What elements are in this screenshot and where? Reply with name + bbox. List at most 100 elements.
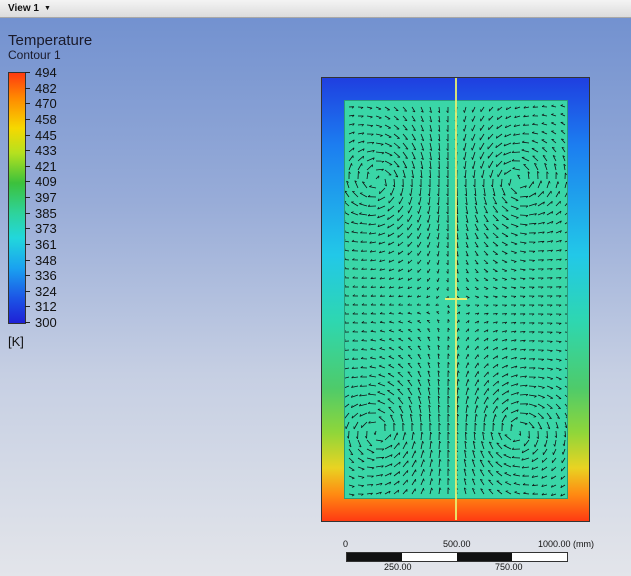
velocity-vector: [551, 130, 557, 135]
velocity-arrowhead: [480, 166, 482, 169]
legend-value: 361: [35, 236, 57, 252]
velocity-arrowhead: [471, 157, 473, 160]
velocity-arrowhead: [361, 477, 365, 479]
velocity-vector: [519, 259, 526, 262]
velocity-vector: [437, 205, 440, 215]
velocity-vector: [513, 483, 521, 486]
velocity-vector: [402, 133, 409, 140]
velocity-vector: [366, 439, 373, 447]
velocity-vector: [387, 381, 395, 387]
velocity-vector: [407, 337, 413, 342]
velocity-vector: [411, 441, 415, 450]
velocity-vector: [437, 259, 440, 265]
velocity-arrowhead: [351, 230, 354, 233]
velocity-vector: [501, 232, 509, 237]
velocity-vector: [427, 214, 431, 223]
velocity-vector: [384, 434, 392, 441]
velocity-arrowhead: [485, 414, 488, 417]
view-label: View 1: [8, 3, 39, 14]
velocity-vector: [417, 259, 422, 265]
velocity-arrowhead: [513, 473, 516, 476]
velocity-vector: [429, 450, 432, 459]
velocity-vector: [361, 421, 368, 428]
velocity-vector: [359, 203, 368, 207]
velocity-arrowhead: [362, 156, 364, 159]
velocity-vector: [345, 421, 350, 429]
velocity-vector: [427, 259, 431, 265]
velocity-vector: [471, 124, 476, 132]
velocity-arrowhead: [407, 210, 409, 214]
colorbar-tick: [25, 103, 30, 105]
velocity-vector: [350, 212, 359, 216]
velocity-vector: [345, 221, 350, 225]
velocity-vector: [551, 457, 557, 464]
velocity-arrowhead: [468, 320, 470, 323]
velocity-vector: [402, 479, 408, 486]
view-selector-tab[interactable]: View 1 ▼: [4, 2, 55, 15]
colorbar-tick: [25, 322, 30, 323]
velocity-vector: [345, 349, 350, 351]
velocity-arrowhead: [371, 459, 375, 462]
velocity-arrowhead: [504, 279, 507, 281]
velocity-vector: [488, 124, 494, 131]
dropdown-caret-icon[interactable]: ▼: [44, 2, 51, 15]
velocity-vector: [551, 114, 557, 117]
velocity-vector: [537, 394, 545, 398]
velocity-vector: [351, 221, 359, 225]
velocity-vector: [429, 487, 432, 495]
velocity-vector: [429, 169, 431, 179]
velocity-vector: [374, 430, 377, 435]
velocity-vector: [555, 358, 562, 361]
velocity-vector: [537, 191, 544, 198]
velocity-vector: [348, 475, 355, 479]
velocity-vector: [510, 187, 518, 194]
colorbar-tick: [25, 228, 30, 230]
velocity-arrowhead: [515, 226, 519, 228]
velocity-vector: [474, 379, 479, 387]
velocity-vector: [495, 471, 503, 477]
velocity-vector: [501, 214, 509, 220]
velocity-vector: [375, 124, 383, 128]
velocity-vector: [492, 223, 499, 230]
velocity-vector: [345, 367, 350, 370]
velocity-arrowhead: [361, 468, 365, 471]
temperature-colorbar: [8, 72, 26, 324]
velocity-vector: [456, 395, 459, 405]
velocity-vector: [361, 181, 368, 189]
velocity-vector: [387, 373, 395, 378]
velocity-vector: [384, 133, 392, 138]
colorbar-tick: [25, 118, 30, 120]
velocity-arrowhead: [471, 166, 474, 169]
velocity-arrowhead: [542, 397, 545, 399]
velocity-vector: [465, 405, 468, 414]
velocity-vector: [420, 459, 425, 468]
velocity-arrowhead: [471, 109, 473, 113]
velocity-arrowhead: [345, 248, 346, 250]
velocity-vector: [464, 151, 467, 160]
velocity-vector: [487, 151, 494, 159]
velocity-vector: [497, 169, 503, 178]
velocity-vector: [501, 259, 508, 263]
velocity-vector: [357, 155, 364, 162]
velocity-arrowhead: [431, 487, 433, 491]
velocity-vector: [437, 250, 440, 257]
velocity-vector: [345, 249, 350, 252]
velocity-vector: [510, 259, 517, 262]
velocity-vector: [417, 214, 422, 223]
velocity-arrowhead: [404, 119, 408, 121]
velocity-vector: [465, 387, 469, 396]
velocity-vector: [402, 460, 409, 468]
velocity-vector: [534, 439, 539, 448]
velocity-vector: [564, 268, 567, 270]
velocity-vector: [427, 268, 431, 274]
velocity-vector: [379, 356, 386, 360]
velocity-arrowhead: [485, 245, 489, 247]
velocity-vector: [474, 387, 479, 396]
velocity-vector: [417, 250, 422, 256]
velocity-vector: [429, 441, 432, 450]
velocity-vector: [429, 187, 431, 197]
velocity-vector: [472, 106, 476, 113]
velocity-vector: [483, 379, 489, 387]
velocity-vector: [420, 478, 424, 486]
scale-segment-3: [457, 553, 512, 561]
